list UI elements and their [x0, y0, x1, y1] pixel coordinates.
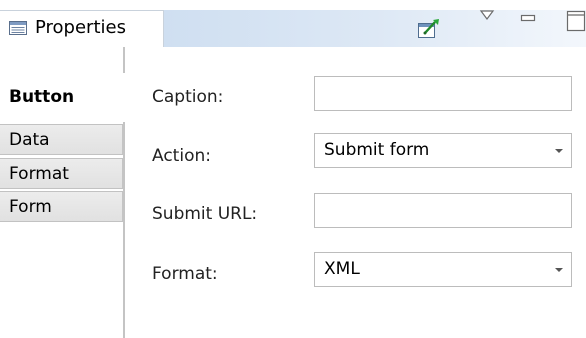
properties-view-icon — [9, 21, 27, 35]
tab-button[interactable]: Button — [0, 73, 125, 122]
tab-column-spacer — [0, 47, 124, 73]
format-dropdown-button[interactable] — [547, 253, 571, 286]
submit-url-label: Submit URL: — [152, 204, 258, 224]
section-tabs: Button Data Format Form — [0, 47, 125, 338]
chevron-down-icon — [555, 268, 563, 272]
format-label: Format: — [152, 264, 218, 284]
maximize-icon[interactable] — [566, 10, 586, 32]
action-dropdown-value: Submit form — [324, 140, 430, 160]
format-dropdown[interactable]: XML — [314, 252, 572, 287]
view-header: Properties — [0, 0, 586, 47]
view-title: Properties — [35, 17, 126, 38]
submit-url-input[interactable] — [314, 193, 572, 228]
tab-format[interactable]: Format — [0, 158, 124, 189]
properties-body: Button Data Format Form Caption: Action:… — [0, 47, 586, 338]
caption-label: Caption: — [152, 87, 224, 107]
format-dropdown-value: XML — [324, 259, 360, 279]
chevron-down-icon — [555, 149, 563, 153]
action-dropdown-button[interactable] — [547, 134, 571, 167]
tab-column-empty-area — [0, 223, 122, 338]
minimize-icon[interactable] — [520, 14, 536, 22]
view-menu-icon[interactable] — [479, 9, 495, 21]
tab-form[interactable]: Form — [0, 191, 124, 222]
pin-editor-icon[interactable] — [416, 18, 442, 40]
tab-data[interactable]: Data — [0, 124, 124, 155]
caption-input[interactable] — [314, 76, 572, 111]
properties-view-tab[interactable]: Properties — [0, 10, 164, 47]
action-label: Action: — [152, 146, 211, 166]
action-dropdown[interactable]: Submit form — [314, 133, 572, 168]
properties-view: Properties Button Data Format Form Capti… — [0, 0, 586, 338]
